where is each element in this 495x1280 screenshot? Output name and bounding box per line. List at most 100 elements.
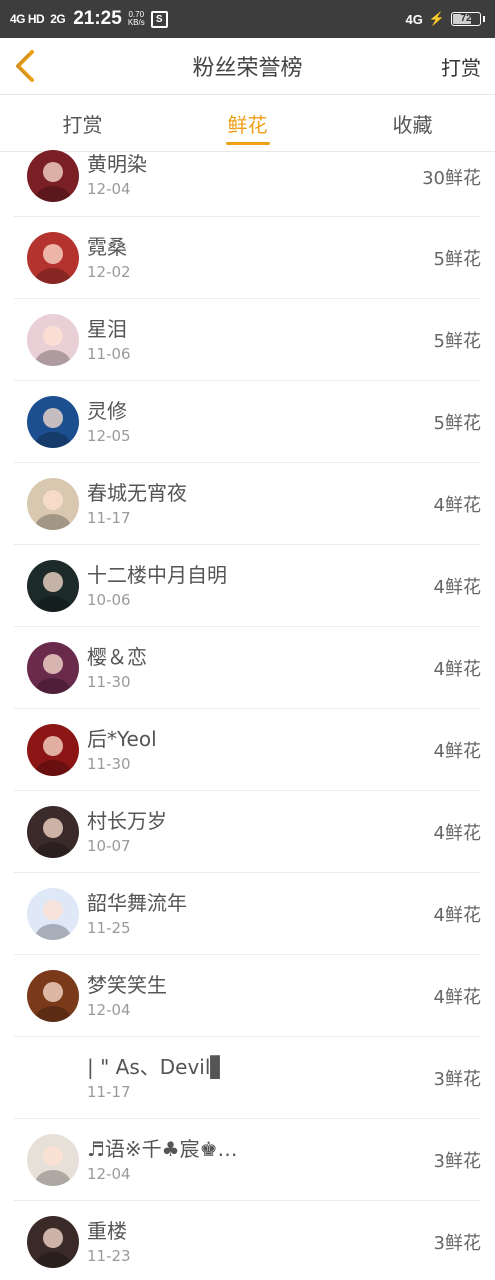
fan-info: 星泪 11-06: [87, 317, 434, 363]
fan-date: 11-30: [87, 672, 131, 691]
fan-name[interactable]: 春城无宵夜: [87, 481, 434, 505]
flower-count: 4鲜花: [433, 576, 481, 598]
fan-date: 10-07: [87, 836, 131, 855]
clock: 21:25: [73, 8, 122, 29]
tab-favorites[interactable]: 收藏: [330, 95, 495, 151]
tab-label: 鲜花: [227, 112, 268, 137]
avatar-image: [27, 1051, 79, 1104]
avatar-image: [27, 641, 79, 694]
battery-level: 72: [460, 13, 472, 24]
flower-count: 3鲜花: [433, 1232, 481, 1254]
header: 粉丝荣誉榜 打赏: [0, 38, 495, 95]
tab-label: 收藏: [392, 112, 433, 137]
flower-count: 30鲜花: [422, 168, 481, 189]
fan-name[interactable]: 梦笑笑生: [87, 973, 434, 997]
reward-button[interactable]: 打赏: [441, 52, 481, 81]
list-item[interactable]: 樱＆恋 11-30 4鲜花: [14, 627, 481, 709]
page-title: 粉丝荣誉榜: [192, 56, 303, 81]
list-item[interactable]: 后*Yeol 11-30 4鲜花: [14, 709, 481, 791]
tab-flowers[interactable]: 鲜花: [165, 95, 330, 151]
avatar[interactable]: [27, 313, 79, 366]
flower-count: 5鲜花: [433, 248, 481, 270]
fan-info: 村长万岁 10-07: [87, 809, 434, 855]
flower-count: 4鲜花: [433, 986, 481, 1008]
status-bar-right: 4G ⚡ 72: [405, 11, 485, 27]
list-item[interactable]: 星泪 11-06 5鲜花: [14, 299, 481, 381]
fan-name[interactable]: 霓桑: [87, 235, 434, 259]
list-item[interactable]: 灵修 12-05 5鲜花: [14, 381, 481, 463]
fan-name[interactable]: 村长万岁: [87, 809, 434, 833]
flower-count: 4鲜花: [433, 822, 481, 844]
fan-info: 春城无宵夜 11-17: [87, 481, 434, 527]
avatar-image: [27, 150, 79, 202]
avatar[interactable]: [27, 1051, 79, 1104]
list-item[interactable]: ♬语※千♣宸♚… 12-04 3鲜花: [14, 1119, 481, 1201]
fan-info: 黄明染 12-04: [87, 152, 422, 198]
list-item[interactable]: 村长万岁 10-07 4鲜花: [14, 791, 481, 873]
avatar-image: [27, 1133, 79, 1186]
list-item[interactable]: | " As、Devil▋ 11-17 3鲜花: [14, 1037, 481, 1119]
avatar[interactable]: [27, 1133, 79, 1186]
network-4g-icon: 4G: [405, 11, 423, 27]
avatar-image: [27, 231, 79, 284]
fan-ranking-list[interactable]: 黄明染 12-04 30鲜花 霓桑 12-02 5鲜花 星泪 11-06 5鲜花 灵修 12-05 5…: [0, 150, 495, 1280]
fan-name[interactable]: 后*Yeol: [87, 727, 434, 751]
fan-info: 霓桑 12-02: [87, 235, 434, 281]
avatar[interactable]: [27, 641, 79, 694]
fan-name[interactable]: 重楼: [87, 1219, 434, 1243]
list-item[interactable]: 十二楼中月自明 10-06 4鲜花: [14, 545, 481, 627]
fan-name[interactable]: | " As、Devil▋: [87, 1055, 434, 1079]
fan-date: 12-05: [87, 426, 131, 445]
avatar[interactable]: [27, 723, 79, 776]
avatar[interactable]: [27, 231, 79, 284]
battery-icon: 72: [451, 12, 481, 26]
fan-name[interactable]: 星泪: [87, 317, 434, 341]
flower-count: 3鲜花: [433, 1068, 481, 1090]
avatar-image: [27, 559, 79, 612]
flower-count: 4鲜花: [433, 904, 481, 926]
fan-date: 11-25: [87, 918, 131, 937]
fan-info: ♬语※千♣宸♚… 12-04: [87, 1137, 434, 1183]
avatar[interactable]: [27, 805, 79, 858]
fan-date: 10-06: [87, 590, 131, 609]
signal-4g-hd-icon: 4G HD: [10, 12, 45, 26]
avatar-image: [27, 723, 79, 776]
list-item[interactable]: 重楼 11-23 3鲜花: [14, 1201, 481, 1280]
avatar[interactable]: [27, 395, 79, 448]
fan-name[interactable]: 韶华舞流年: [87, 891, 434, 915]
fan-name[interactable]: 十二楼中月自明: [87, 563, 434, 587]
fan-date: 12-04: [87, 180, 131, 198]
avatar[interactable]: [27, 969, 79, 1022]
list-item[interactable]: 霓桑 12-02 5鲜花: [14, 217, 481, 299]
back-button[interactable]: [0, 38, 50, 94]
avatar[interactable]: [27, 477, 79, 530]
fan-date: 11-06: [87, 344, 131, 363]
list-item[interactable]: 黄明染 12-04 30鲜花: [14, 150, 481, 217]
flower-count: 4鲜花: [433, 740, 481, 762]
fan-date: 12-04: [87, 1000, 131, 1019]
avatar[interactable]: [27, 1215, 79, 1268]
fan-name[interactable]: ♬语※千♣宸♚…: [87, 1137, 434, 1161]
fan-date: 11-17: [87, 508, 131, 527]
tab-reward[interactable]: 打赏: [0, 95, 165, 151]
list-item[interactable]: 韶华舞流年 11-25 4鲜花: [14, 873, 481, 955]
list-item[interactable]: 梦笑笑生 12-04 4鲜花: [14, 955, 481, 1037]
tab-label: 打赏: [62, 112, 103, 137]
fan-name[interactable]: 樱＆恋: [87, 645, 434, 669]
fan-name[interactable]: 黄明染: [87, 152, 422, 176]
battery-tip: [483, 16, 485, 22]
status-bar-left: 4G HD 2G 21:25 0.70 KB/s S: [10, 8, 405, 30]
flower-count: 4鲜花: [433, 658, 481, 680]
network-speed: 0.70 KB/s: [128, 11, 145, 27]
flower-count: 4鲜花: [433, 494, 481, 516]
avatar[interactable]: [27, 559, 79, 612]
list-item[interactable]: 春城无宵夜 11-17 4鲜花: [14, 463, 481, 545]
avatar[interactable]: [27, 887, 79, 940]
status-bar: 4G HD 2G 21:25 0.70 KB/s S 4G ⚡ 72: [0, 0, 495, 38]
avatar[interactable]: [27, 150, 79, 202]
fan-info: 后*Yeol 11-30: [87, 727, 434, 773]
avatar-image: [27, 395, 79, 448]
fan-info: 十二楼中月自明 10-06: [87, 563, 434, 609]
fan-name[interactable]: 灵修: [87, 399, 434, 423]
avatar-image: [27, 805, 79, 858]
